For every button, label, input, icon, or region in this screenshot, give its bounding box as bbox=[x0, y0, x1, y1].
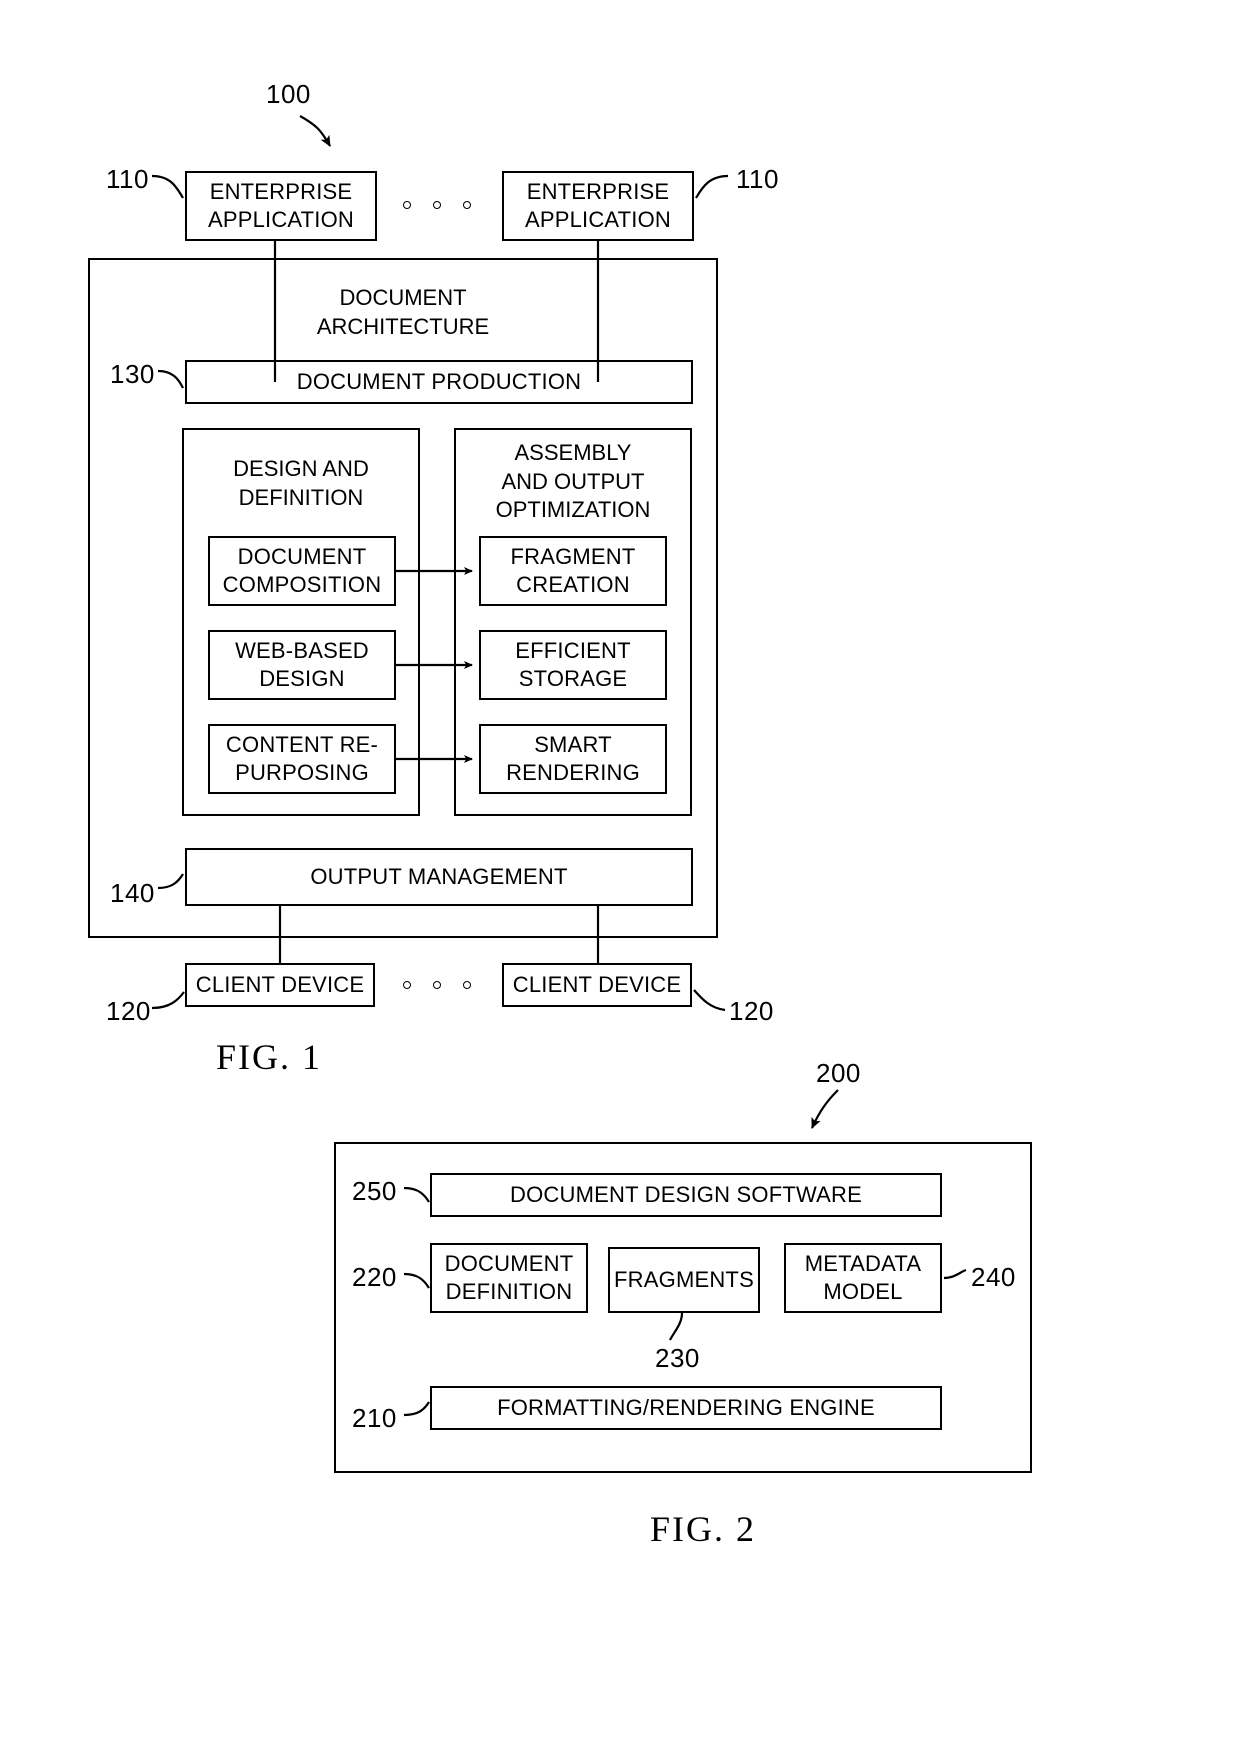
design-and-definition-title: DESIGN AND DEFINITION bbox=[233, 456, 369, 510]
ref-numeral-210: 210 bbox=[352, 1403, 397, 1433]
ref-numeral-100: 100 bbox=[266, 79, 311, 109]
ref-numeral-140: 140 bbox=[110, 878, 155, 908]
document-composition-box: DOCUMENT COMPOSITION bbox=[208, 536, 396, 606]
dot bbox=[433, 201, 441, 209]
content-re-purposing-box: CONTENT RE-PURPOSING bbox=[208, 724, 396, 794]
ref-numeral-110-left: 110 bbox=[106, 164, 149, 194]
dot bbox=[463, 981, 471, 989]
leader-line-110-right bbox=[695, 174, 729, 199]
fragments-box: FRAGMENTS bbox=[608, 1247, 760, 1313]
metadata-model-box: METADATA MODEL bbox=[784, 1243, 942, 1313]
patent-drawing-sheet: 100 110 110 ENTERPRISE APPLICATION ENTER… bbox=[0, 0, 1240, 1744]
leader-line-200 bbox=[810, 1089, 839, 1129]
ellipsis-dots-enterprise bbox=[403, 201, 471, 209]
fragment-creation-box: FRAGMENT CREATION bbox=[479, 536, 667, 606]
smart-rendering-box: SMART RENDERING bbox=[479, 724, 667, 794]
assembly-and-output-optimization-title: ASSEMBLY AND OUTPUT OPTIMIZATION bbox=[495, 440, 651, 523]
formatting-rendering-engine-box: FORMATTING/RENDERING ENGINE bbox=[430, 1386, 942, 1430]
ref-numeral-200: 200 bbox=[816, 1058, 861, 1088]
efficient-storage-box: EFFICIENT STORAGE bbox=[479, 630, 667, 700]
web-based-design-box: WEB-BASED DESIGN bbox=[208, 630, 396, 700]
leader-line-120-right bbox=[693, 989, 726, 1012]
ref-numeral-250: 250 bbox=[352, 1176, 397, 1206]
client-device-box-left: CLIENT DEVICE bbox=[185, 963, 375, 1007]
enterprise-application-box-right: ENTERPRISE APPLICATION bbox=[502, 171, 694, 241]
ref-numeral-120-left: 120 bbox=[106, 996, 151, 1026]
ref-numeral-130: 130 bbox=[110, 359, 155, 389]
leader-line-120-left bbox=[151, 991, 185, 1010]
ellipsis-dots-client bbox=[403, 981, 471, 989]
dot bbox=[403, 981, 411, 989]
figure-2-caption: FIG. 2 bbox=[650, 1509, 757, 1549]
ref-numeral-230: 230 bbox=[655, 1343, 700, 1373]
enterprise-application-box-left: ENTERPRISE APPLICATION bbox=[185, 171, 377, 241]
leader-line-110-left bbox=[151, 174, 184, 199]
ref-numeral-120-right: 120 bbox=[729, 996, 774, 1026]
output-management-box: OUTPUT MANAGEMENT bbox=[185, 848, 693, 906]
dot bbox=[463, 201, 471, 209]
dot bbox=[403, 201, 411, 209]
figure-1-caption: FIG. 1 bbox=[216, 1037, 323, 1077]
document-definition-box: DOCUMENT DEFINITION bbox=[430, 1243, 588, 1313]
dot bbox=[433, 981, 441, 989]
document-design-software-box: DOCUMENT DESIGN SOFTWARE bbox=[430, 1173, 942, 1217]
ref-numeral-110-right: 110 bbox=[736, 164, 779, 194]
leader-line-100 bbox=[299, 115, 331, 147]
ref-numeral-240: 240 bbox=[971, 1262, 1016, 1292]
ref-numeral-220: 220 bbox=[352, 1262, 397, 1292]
document-production-box: DOCUMENT PRODUCTION bbox=[185, 360, 693, 404]
client-device-box-right: CLIENT DEVICE bbox=[502, 963, 692, 1007]
document-architecture-title: DOCUMENT ARCHITECTURE bbox=[316, 285, 490, 339]
